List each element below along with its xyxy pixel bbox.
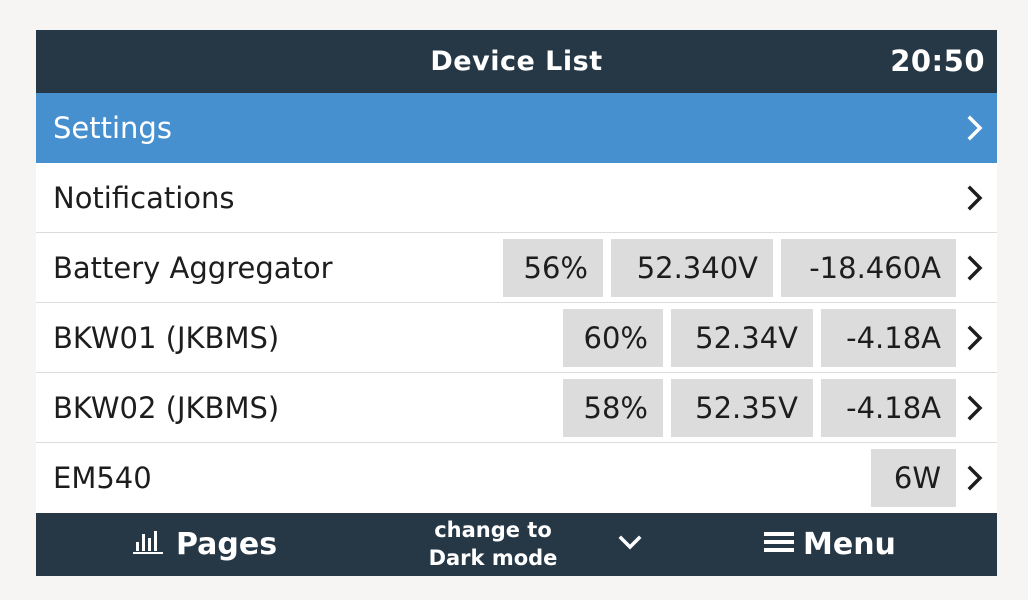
current-badge: -4.18A (821, 309, 956, 367)
chevron-right-icon (965, 255, 985, 281)
chevron-right-icon (965, 465, 985, 491)
list-item-label: EM540 (53, 460, 152, 495)
list-item-label: BKW01 (JKBMS) (53, 320, 280, 355)
soc-badge: 56% (503, 239, 603, 297)
voltage-badge: 52.34V (671, 309, 813, 367)
list-item-em540[interactable]: EM540 6W (36, 443, 997, 512)
page-title: Device List (430, 46, 603, 77)
chevron-right-icon (965, 395, 985, 421)
list-item-label: Battery Aggregator (53, 250, 333, 285)
chevron-right-icon (965, 185, 985, 211)
list-item-label: Notifications (53, 180, 235, 215)
soc-badge: 60% (563, 309, 663, 367)
chevron-down-icon[interactable] (618, 533, 642, 557)
value-badges: 60% 52.34V -4.18A (563, 309, 956, 367)
list-item-bkw02[interactable]: BKW02 (JKBMS) 58% 52.35V -4.18A (36, 373, 997, 443)
menu-label: Menu (803, 527, 896, 562)
header-bar: Device List 20:50 (36, 30, 997, 93)
voltage-badge: 52.35V (671, 379, 813, 437)
current-badge: -18.460A (781, 239, 956, 297)
voltage-badge: 52.340V (611, 239, 773, 297)
value-badges: 6W (871, 449, 956, 507)
list-item-battery-aggregator[interactable]: Battery Aggregator 56% 52.340V -18.460A (36, 233, 997, 303)
mode-line-1: change to (434, 518, 552, 542)
footer-bar: Pages change to Dark mode Menu (36, 513, 997, 576)
soc-badge: 58% (563, 379, 663, 437)
clock: 20:50 (890, 44, 985, 78)
current-badge: -4.18A (821, 379, 956, 437)
pages-button[interactable]: Pages (132, 513, 277, 576)
list-item-label: BKW02 (JKBMS) (53, 390, 280, 425)
list-item-bkw01[interactable]: BKW01 (JKBMS) 60% 52.34V -4.18A (36, 303, 997, 373)
list-item-settings[interactable]: Settings (36, 93, 997, 163)
chevron-right-icon (965, 115, 985, 141)
device-list-screen: Device List 20:50 Settings Notifications… (36, 30, 997, 576)
list-item-label: Settings (53, 110, 172, 145)
bar-chart-icon (132, 527, 164, 562)
pages-label: Pages (176, 527, 278, 562)
mode-line-2: Dark mode (428, 546, 558, 570)
power-badge: 6W (871, 449, 956, 507)
menu-button[interactable]: Menu (763, 513, 896, 576)
chevron-right-icon (965, 325, 985, 351)
value-badges: 56% 52.340V -18.460A (503, 239, 956, 297)
value-badges: 58% 52.35V -4.18A (563, 379, 956, 437)
dark-mode-toggle[interactable]: change to Dark mode (408, 516, 578, 572)
list-item-notifications[interactable]: Notifications (36, 163, 997, 233)
hamburger-menu-icon (763, 527, 795, 562)
